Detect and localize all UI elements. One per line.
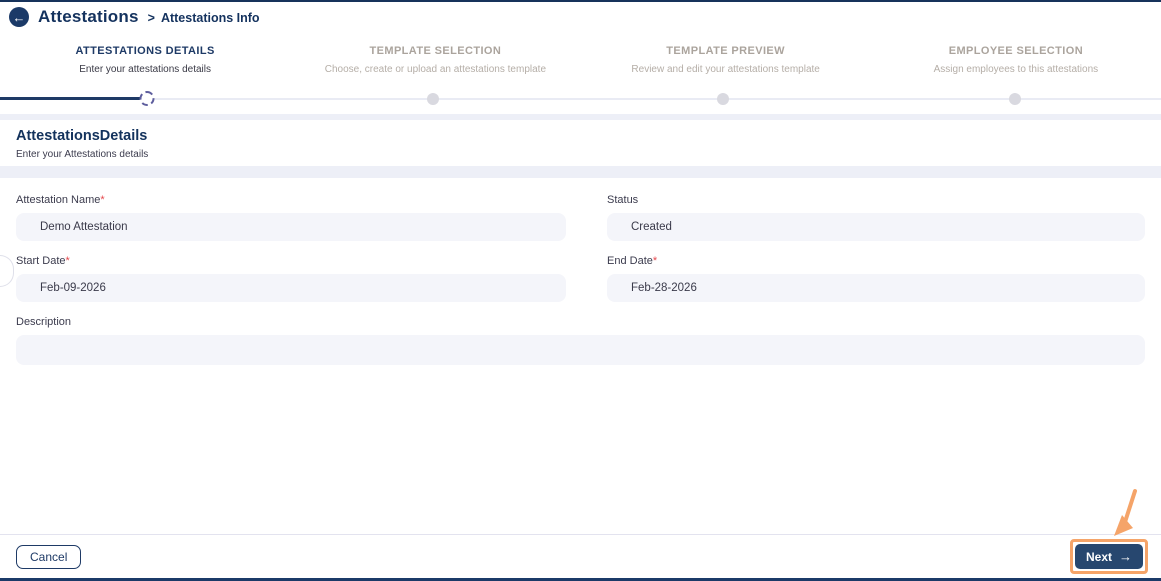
label-text: Start Date	[16, 255, 66, 267]
label-text: End Date	[607, 255, 653, 267]
status-group: Status	[607, 194, 1145, 241]
step-subtitle: Review and edit your attestations templa…	[631, 64, 820, 75]
next-button-label: Next	[1085, 549, 1112, 564]
description-group: Description	[16, 316, 1145, 365]
next-button-highlight-annotation: Next →	[1069, 539, 1148, 574]
label-text: Status	[607, 194, 639, 206]
breadcrumb-separator: >	[147, 11, 155, 25]
section-heading-card: AttestationsDetails Enter your Attestati…	[0, 120, 1161, 166]
footer-bar: Cancel Next →	[0, 534, 1161, 578]
back-button[interactable]: ←	[9, 7, 29, 27]
description-input[interactable]	[16, 335, 1145, 365]
step-title: TEMPLATE SELECTION	[369, 45, 502, 57]
label-text: Attestation Name	[16, 194, 101, 206]
arrow-right-icon: →	[1119, 549, 1132, 564]
step-subtitle: Enter your attestations details	[79, 64, 211, 75]
wizard-stepper: ATTESTATIONS DETAILS Enter your attestat…	[0, 32, 1161, 114]
description-label: Description	[16, 316, 1145, 328]
step-title: EMPLOYEE SELECTION	[948, 45, 1084, 57]
step-title: TEMPLATE PREVIEW	[666, 45, 785, 57]
start-date-group: Start Date*	[16, 255, 566, 302]
section-title: AttestationsDetails	[16, 128, 148, 144]
attestation-name-group: Attestation Name*	[16, 194, 566, 241]
back-arrow-icon: ←	[12, 9, 26, 25]
end-date-label: End Date*	[607, 255, 1145, 267]
required-asterisk: *	[652, 255, 658, 267]
end-date-group: End Date*	[607, 255, 1145, 302]
breadcrumb-current: Attestations Info	[160, 11, 260, 25]
breadcrumb: > Attestations Info	[148, 9, 260, 25]
step-dot	[1008, 93, 1021, 105]
step-title: ATTESTATIONS DETAILS	[75, 45, 215, 57]
status-input[interactable]	[607, 213, 1145, 241]
step-dot	[717, 93, 730, 105]
attestation-details-form: Attestation Name* Status Start Date* End…	[0, 178, 1161, 541]
cancel-button[interactable]: Cancel	[16, 544, 82, 569]
step-dot	[427, 93, 440, 105]
step-subtitle: Assign employees to this attestations	[933, 64, 1099, 75]
start-date-input[interactable]	[16, 274, 566, 302]
page-title: Attestations	[38, 7, 139, 26]
start-date-label: Start Date*	[16, 255, 566, 267]
stepper-track	[0, 98, 1161, 100]
step-subtitle: Choose, create or upload an attestations…	[324, 64, 546, 75]
end-date-input[interactable]	[607, 274, 1145, 302]
next-button[interactable]: Next →	[1074, 544, 1143, 569]
stepper-track-progress	[0, 97, 140, 100]
attestation-name-label: Attestation Name*	[16, 194, 566, 206]
page-header: ← Attestations > Attestations Info	[0, 2, 1161, 32]
status-label: Status	[607, 194, 1145, 206]
required-asterisk: *	[65, 255, 70, 267]
required-asterisk: *	[100, 194, 105, 206]
label-text: Description	[16, 316, 72, 328]
attestation-name-input[interactable]	[16, 213, 566, 241]
section-subtitle: Enter your Attestations details	[16, 149, 149, 160]
step-dot-active	[139, 91, 155, 106]
